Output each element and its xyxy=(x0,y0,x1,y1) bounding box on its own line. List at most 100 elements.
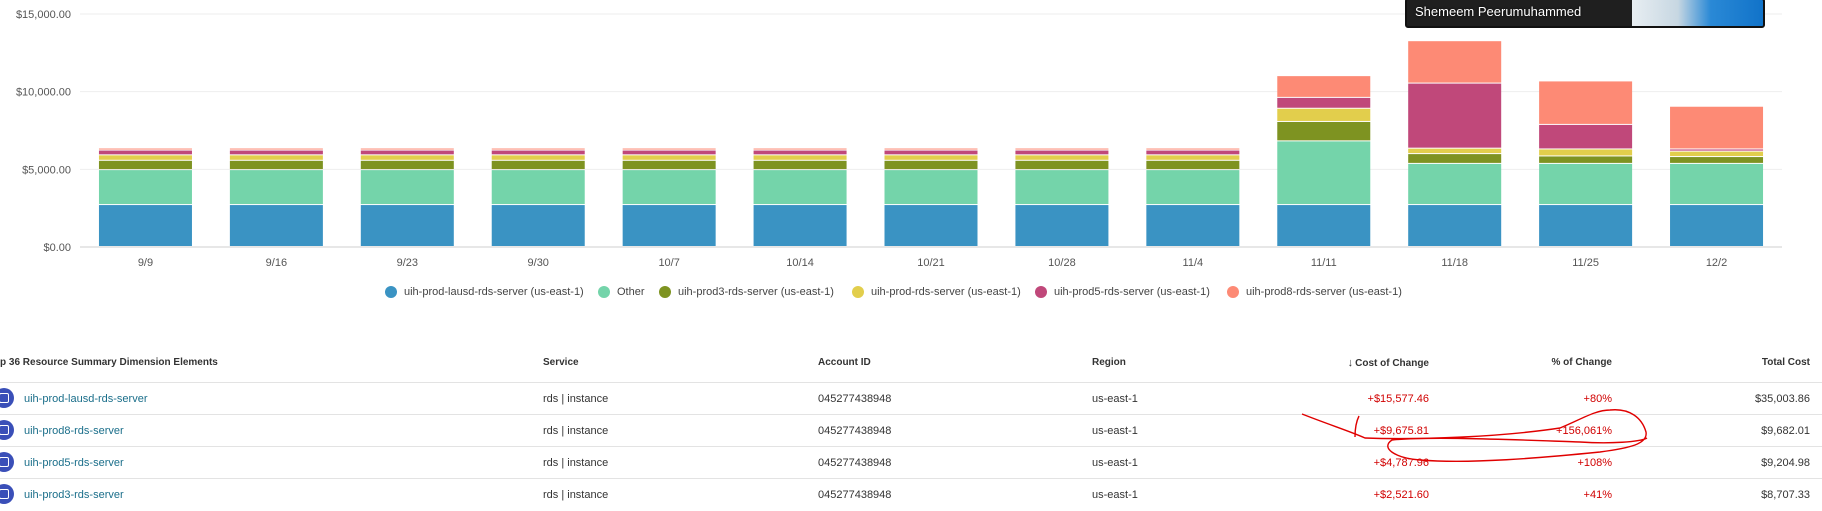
bar-segment[interactable] xyxy=(1277,108,1371,121)
table-row[interactable]: uih-prod-lausd-rds-server rds | instance 0… xyxy=(0,382,1822,415)
bar-segment[interactable] xyxy=(491,148,585,150)
bar-segment[interactable] xyxy=(1670,163,1764,205)
bar-segment[interactable] xyxy=(98,155,192,160)
bar-segment[interactable] xyxy=(1408,163,1502,205)
bar-segment[interactable] xyxy=(1408,148,1502,154)
bar-segment[interactable] xyxy=(1146,155,1240,160)
bar-segment[interactable] xyxy=(360,170,454,205)
bar-segment[interactable] xyxy=(229,155,323,160)
bar-segment[interactable] xyxy=(753,170,847,205)
bar-segment[interactable] xyxy=(753,205,847,246)
bar-segment[interactable] xyxy=(622,170,716,205)
bar-segment[interactable] xyxy=(1146,160,1240,170)
bar-segment[interactable] xyxy=(1408,83,1502,148)
bar-segment[interactable] xyxy=(360,160,454,170)
bar-segment[interactable] xyxy=(884,150,978,155)
bar-segment[interactable] xyxy=(98,148,192,150)
bar-segment[interactable] xyxy=(1146,148,1240,150)
bar-segment[interactable] xyxy=(753,150,847,155)
legend-item[interactable]: uih-prod-rds-server (us-east-1) xyxy=(852,286,1021,298)
bar-segment[interactable] xyxy=(622,150,716,155)
legend-item[interactable]: uih-prod3-rds-server (us-east-1) xyxy=(659,286,834,298)
bar-segment[interactable] xyxy=(1277,76,1371,97)
column-header-region[interactable]: Region xyxy=(1092,357,1126,368)
legend-item[interactable]: uih-prod8-rds-server (us-east-1) xyxy=(1227,286,1402,298)
bar-segment[interactable] xyxy=(1277,97,1371,108)
bar-segment[interactable] xyxy=(1408,205,1502,246)
video-call-overlay[interactable]: Shemeem Peerumuhammed xyxy=(1405,0,1765,28)
bar-segment[interactable] xyxy=(360,150,454,155)
bar-segment[interactable] xyxy=(753,148,847,150)
bar-segment[interactable] xyxy=(491,160,585,170)
bar-segment[interactable] xyxy=(98,170,192,205)
legend-item[interactable]: uih-prod-lausd-rds-server (us-east-1) xyxy=(385,286,584,298)
resource-name-link[interactable]: uih-prod5-rds-server xyxy=(24,457,124,469)
bar-segment[interactable] xyxy=(229,148,323,150)
bar-segment[interactable] xyxy=(1539,149,1633,156)
bar-segment[interactable] xyxy=(1146,170,1240,205)
table-row[interactable]: uih-prod8-rds-server rds | instance 045277… xyxy=(0,414,1822,447)
bar-segment[interactable] xyxy=(884,160,978,170)
bar-segment[interactable] xyxy=(622,155,716,160)
bar-segment[interactable] xyxy=(1015,155,1109,160)
bar-segment[interactable] xyxy=(1146,150,1240,155)
bar-segment[interactable] xyxy=(1408,41,1502,83)
bar-segment[interactable] xyxy=(884,205,978,246)
bar-segment[interactable] xyxy=(1670,157,1764,163)
column-header-name[interactable]: p 36 Resource Summary Dimension Elements xyxy=(0,357,218,368)
column-header-total-cost[interactable]: Total Cost xyxy=(1762,357,1810,368)
bar-segment[interactable] xyxy=(1015,160,1109,170)
resource-name-link[interactable]: uih-prod8-rds-server xyxy=(24,425,124,437)
bar-segment[interactable] xyxy=(622,148,716,150)
column-header-account-id[interactable]: Account ID xyxy=(818,357,871,368)
table-row[interactable]: uih-prod3-rds-server rds | instance 045277… xyxy=(0,478,1822,511)
bar-segment[interactable] xyxy=(1277,121,1371,141)
bar-segment[interactable] xyxy=(360,148,454,150)
bar-segment[interactable] xyxy=(1670,106,1764,149)
bar-segment[interactable] xyxy=(884,148,978,150)
resource-name-link[interactable]: uih-prod-lausd-rds-server xyxy=(24,393,148,405)
bar-segment[interactable] xyxy=(98,205,192,246)
bar-segment[interactable] xyxy=(98,150,192,155)
bar-segment[interactable] xyxy=(1277,205,1371,246)
bar-segment[interactable] xyxy=(1539,124,1633,149)
bar-segment[interactable] xyxy=(491,205,585,246)
legend-item[interactable]: Other xyxy=(598,286,645,298)
bar-segment[interactable] xyxy=(1539,81,1633,124)
column-header-percent-change[interactable]: % of Change xyxy=(1551,357,1612,368)
bar-segment[interactable] xyxy=(1539,163,1633,205)
bar-segment[interactable] xyxy=(1015,170,1109,205)
bar-segment[interactable] xyxy=(1015,150,1109,155)
bar-segment[interactable] xyxy=(1670,151,1764,157)
column-header-service[interactable]: Service xyxy=(543,357,579,368)
bar-segment[interactable] xyxy=(98,160,192,170)
table-row[interactable]: uih-prod5-rds-server rds | instance 045277… xyxy=(0,446,1822,479)
bar-segment[interactable] xyxy=(1015,148,1109,150)
bar-segment[interactable] xyxy=(229,160,323,170)
bar-segment[interactable] xyxy=(491,170,585,205)
bar-segment[interactable] xyxy=(491,150,585,155)
bar-segment[interactable] xyxy=(753,160,847,170)
bar-segment[interactable] xyxy=(229,170,323,205)
bar-segment[interactable] xyxy=(1670,149,1764,151)
bar-segment[interactable] xyxy=(1277,141,1371,205)
bar-segment[interactable] xyxy=(622,160,716,170)
bar-segment[interactable] xyxy=(1670,205,1764,246)
column-header-cost-of-change[interactable]: ↓ Cost of Change xyxy=(1348,357,1429,369)
bar-segment[interactable] xyxy=(1015,205,1109,246)
bar-segment[interactable] xyxy=(884,155,978,160)
resource-name-link[interactable]: uih-prod3-rds-server xyxy=(24,489,124,501)
bar-segment[interactable] xyxy=(229,205,323,246)
bar-segment[interactable] xyxy=(491,155,585,160)
bar-segment[interactable] xyxy=(622,205,716,246)
bar-segment[interactable] xyxy=(884,170,978,205)
bar-segment[interactable] xyxy=(360,155,454,160)
bar-segment[interactable] xyxy=(1146,205,1240,246)
bar-segment[interactable] xyxy=(229,150,323,155)
bar-segment[interactable] xyxy=(1539,156,1633,163)
bar-segment[interactable] xyxy=(753,155,847,160)
legend-item[interactable]: uih-prod5-rds-server (us-east-1) xyxy=(1035,286,1210,298)
bar-segment[interactable] xyxy=(1539,205,1633,246)
bar-segment[interactable] xyxy=(360,205,454,246)
bar-segment[interactable] xyxy=(1408,154,1502,163)
